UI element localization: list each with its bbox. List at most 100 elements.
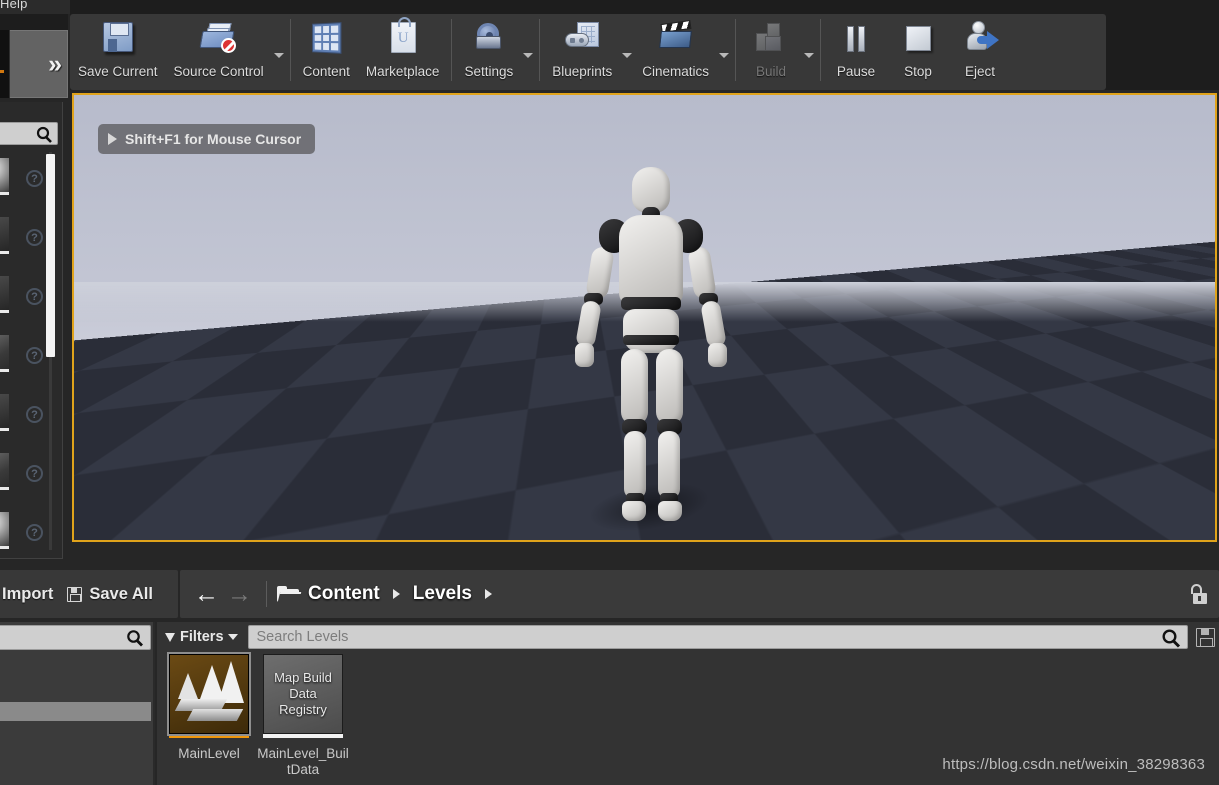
toolbar-button-label: Marketplace (365, 64, 440, 79)
filters-label: Filters (180, 629, 224, 645)
level-thumbnail (167, 652, 251, 736)
content-browser-toolbar-row: Import Save All ← → Content Levels (0, 570, 1219, 622)
toolbar-group-play-controls: Pause Stop Eject (825, 14, 1011, 90)
help-circle-icon[interactable]: ? (26, 288, 43, 305)
floppy-disk-icon (95, 20, 141, 62)
asset-thumbnail (0, 217, 9, 254)
help-circle-icon[interactable]: ? (26, 524, 43, 541)
character-part (658, 431, 680, 499)
pause-icon (833, 20, 879, 62)
chevron-right-icon (484, 589, 492, 599)
arrow-left-icon[interactable]: ← (190, 581, 223, 607)
list-item[interactable]: ? (0, 447, 63, 506)
sources-panel (0, 622, 155, 785)
build-boxes-icon (748, 20, 794, 62)
menu-bar: Help (0, 0, 1219, 14)
source-control-button[interactable]: Source Control (166, 14, 272, 90)
search-placeholder: Search Levels (256, 629, 349, 645)
breadcrumb-item-levels[interactable]: Levels (413, 583, 472, 605)
viewport-render[interactable]: Shift+F1 for Mouse Cursor (74, 95, 1215, 540)
marketplace-button[interactable]: U Marketplace (358, 14, 448, 90)
clapperboard-icon (653, 19, 699, 62)
sources-search-input[interactable] (0, 625, 151, 650)
help-circle-icon[interactable]: ? (26, 229, 43, 246)
place-actors-search-input[interactable] (0, 122, 58, 145)
asset-view: Filters Search Levels MainLevel Map Buil… (157, 622, 1219, 785)
save-all-floppy-icon (67, 586, 83, 602)
expand-panel-button[interactable]: » (10, 30, 68, 98)
eject-button[interactable]: Eject (949, 14, 1011, 90)
asset-thumbnail (0, 335, 9, 372)
editor-window: Help » ? ? ? ? ? ? ? Save Current Source… (0, 0, 1219, 785)
toolbar-button-label: Eject (965, 64, 996, 79)
toolbar-separator (539, 19, 541, 81)
character-part (575, 343, 594, 367)
blueprints-button[interactable]: Blueprints (544, 14, 620, 90)
asset-tile-mainlevel-builtdata[interactable]: Map Build Data Registry MainLevel_BuiltD… (257, 654, 349, 778)
character-part (623, 335, 679, 345)
menu-item-help[interactable]: Help (0, 0, 28, 11)
chevron-right-icon (392, 589, 400, 599)
arrow-right-icon[interactable]: → (223, 581, 256, 607)
content-browser-tools: Import Save All (0, 570, 178, 618)
character-part (656, 349, 683, 425)
toolbar-button-label: Content (302, 64, 350, 79)
toolbar-group-file: Save Current Source Control (70, 14, 286, 90)
toolbar-group-settings: Settings (456, 14, 535, 90)
help-circle-icon[interactable]: ? (26, 465, 43, 482)
blueprints-icon (559, 20, 605, 62)
build-dropdown-caret[interactable] (802, 14, 816, 90)
unlock-icon[interactable] (1190, 584, 1207, 604)
settings-dropdown-caret[interactable] (521, 14, 535, 90)
asset-name: MainLevel_BuiltData (257, 746, 349, 777)
breadcrumb-item-content[interactable]: Content (308, 583, 380, 605)
save-search-icon[interactable] (1196, 627, 1215, 647)
source-control-icon (196, 20, 242, 62)
asset-tile-mainlevel[interactable]: MainLevel (167, 652, 251, 778)
list-item[interactable]: ? (0, 388, 63, 447)
active-tab-indicator (0, 70, 4, 73)
level-viewport[interactable]: Shift+F1 for Mouse Cursor (72, 93, 1217, 542)
build-button[interactable]: Build (740, 14, 802, 90)
character-torso (619, 215, 683, 307)
cinematics-button[interactable]: Cinematics (634, 14, 717, 90)
help-circle-icon[interactable]: ? (26, 170, 43, 187)
settings-button[interactable]: Settings (456, 14, 521, 90)
save-all-button[interactable]: Save All (67, 585, 153, 604)
blueprints-dropdown-caret[interactable] (620, 14, 634, 90)
sources-tree-selected-row[interactable] (0, 702, 151, 721)
search-input[interactable]: Search Levels (247, 625, 1188, 649)
toolbar-button-label: Stop (904, 64, 932, 79)
pause-button[interactable]: Pause (825, 14, 887, 90)
import-button[interactable]: Import (2, 585, 53, 604)
stop-button[interactable]: Stop (887, 14, 949, 90)
toolbar-separator (735, 19, 737, 81)
toolbar-button-label: Blueprints (552, 64, 613, 79)
toolbar-button-label: Save Current (78, 64, 158, 79)
asset-thumbnail (0, 453, 9, 490)
help-circle-icon[interactable]: ? (26, 347, 43, 364)
chevron-down-icon (227, 634, 238, 640)
asset-view-toolbar: Filters Search Levels (163, 624, 1215, 650)
filters-button[interactable]: Filters (163, 629, 240, 645)
source-control-dropdown-caret[interactable] (272, 14, 286, 90)
toolbar-button-label: Settings (464, 64, 514, 79)
character-part (621, 349, 648, 425)
gear-icon (466, 20, 512, 62)
panel-scrollbar-thumb[interactable] (46, 154, 55, 357)
menu-bar-filler (70, 0, 1219, 14)
help-circle-icon[interactable]: ? (26, 406, 43, 423)
list-item[interactable]: ? (0, 506, 63, 565)
save-current-button[interactable]: Save Current (70, 14, 166, 90)
funnel-icon (165, 632, 175, 642)
toolbar-group-blueprints: Blueprints Cinematics (544, 14, 731, 90)
cinematics-dropdown-caret[interactable] (717, 14, 731, 90)
toolbar-button-label: Build (756, 64, 787, 79)
modes-tab-rail[interactable] (0, 30, 10, 98)
place-actors-panel: » ? ? ? ? ? ? ? (0, 14, 68, 559)
search-icon (36, 126, 53, 143)
character-part (622, 501, 646, 521)
content-button[interactable]: Content (295, 14, 358, 90)
stop-icon (895, 20, 941, 62)
panel-tab-strip (0, 14, 68, 30)
